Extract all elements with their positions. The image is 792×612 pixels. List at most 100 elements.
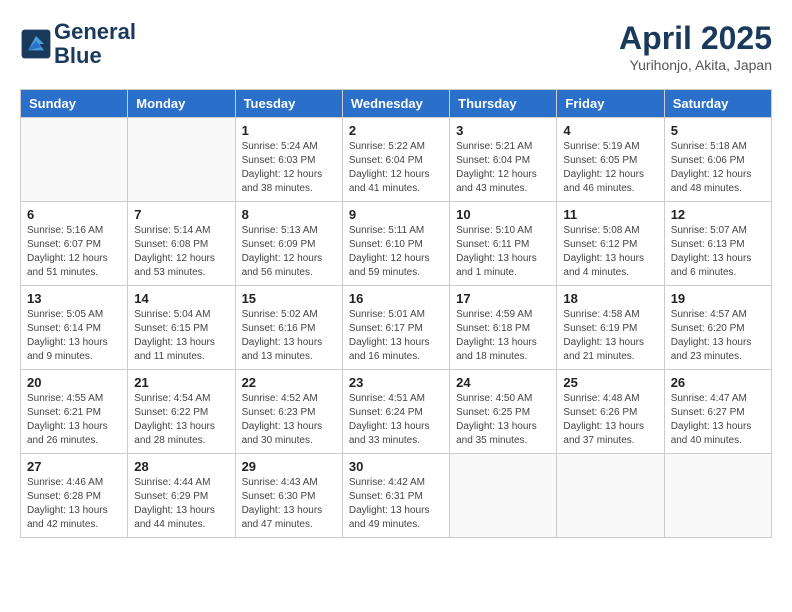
day-info: Sunrise: 4:43 AM Sunset: 6:30 PM Dayligh… [242, 476, 336, 532]
weekday-header: Friday [557, 90, 664, 118]
weekday-header: Tuesday [235, 90, 342, 118]
calendar-week-row: 27 Sunrise: 4:46 AM Sunset: 6:28 PM Dayli… [21, 454, 772, 538]
page-header: General Blue April 2025 Yurihonjo, Akita… [20, 20, 772, 73]
weekday-header: Saturday [664, 90, 771, 118]
calendar-cell [450, 454, 557, 538]
day-info: Sunrise: 4:44 AM Sunset: 6:29 PM Dayligh… [134, 476, 228, 532]
day-number: 12 [671, 207, 765, 222]
day-number: 13 [27, 291, 121, 306]
day-number: 22 [242, 375, 336, 390]
day-number: 24 [456, 375, 550, 390]
day-info: Sunrise: 5:21 AM Sunset: 6:04 PM Dayligh… [456, 140, 550, 196]
calendar-cell: 1Sunrise: 5:24 AM Sunset: 6:03 PM Daylig… [235, 118, 342, 202]
day-number: 7 [134, 207, 228, 222]
day-number: 8 [242, 207, 336, 222]
calendar-cell: 27 Sunrise: 4:46 AM Sunset: 6:28 PM Dayli… [21, 454, 128, 538]
day-info: Sunrise: 4:50 AM Sunset: 6:25 PM Dayligh… [456, 392, 550, 448]
calendar-cell: 10 Sunrise: 5:10 AM Sunset: 6:11 PM Dayli… [450, 202, 557, 286]
calendar-cell: 23 Sunrise: 4:51 AM Sunset: 6:24 PM Dayli… [342, 370, 449, 454]
day-info: Sunrise: 4:46 AM Sunset: 6:28 PM Dayligh… [27, 476, 121, 532]
weekday-header: Thursday [450, 90, 557, 118]
day-info: Sunrise: 5:04 AM Sunset: 6:15 PM Dayligh… [134, 308, 228, 364]
calendar-cell: 25Sunrise: 4:48 AM Sunset: 6:26 PM Dayli… [557, 370, 664, 454]
calendar-cell: 21 Sunrise: 4:54 AM Sunset: 6:22 PM Dayli… [128, 370, 235, 454]
calendar-week-row: 6Sunrise: 5:16 AM Sunset: 6:07 PM Daylig… [21, 202, 772, 286]
calendar-cell: 15 Sunrise: 5:02 AM Sunset: 6:16 PM Dayli… [235, 286, 342, 370]
calendar-cell [557, 454, 664, 538]
day-info: Sunrise: 5:18 AM Sunset: 6:06 PM Dayligh… [671, 140, 765, 196]
calendar-cell: 14 Sunrise: 5:04 AM Sunset: 6:15 PM Dayli… [128, 286, 235, 370]
calendar-cell: 7 Sunrise: 5:14 AM Sunset: 6:08 PM Daylig… [128, 202, 235, 286]
day-number: 28 [134, 459, 228, 474]
day-number: 23 [349, 375, 443, 390]
day-number: 1 [242, 123, 336, 138]
calendar-cell: 11 Sunrise: 5:08 AM Sunset: 6:12 PM Dayli… [557, 202, 664, 286]
day-number: 11 [563, 207, 657, 222]
day-number: 9 [349, 207, 443, 222]
logo-icon [20, 28, 52, 60]
calendar-cell [21, 118, 128, 202]
calendar-cell: 12Sunrise: 5:07 AM Sunset: 6:13 PM Dayli… [664, 202, 771, 286]
calendar-cell: 6Sunrise: 5:16 AM Sunset: 6:07 PM Daylig… [21, 202, 128, 286]
day-number: 10 [456, 207, 550, 222]
calendar-cell: 26 Sunrise: 4:47 AM Sunset: 6:27 PM Dayli… [664, 370, 771, 454]
day-info: Sunrise: 4:47 AM Sunset: 6:27 PM Dayligh… [671, 392, 765, 448]
calendar-cell: 2 Sunrise: 5:22 AM Sunset: 6:04 PM Daylig… [342, 118, 449, 202]
calendar-cell: 28 Sunrise: 4:44 AM Sunset: 6:29 PM Dayli… [128, 454, 235, 538]
day-number: 4 [563, 123, 657, 138]
day-info: Sunrise: 4:59 AM Sunset: 6:18 PM Dayligh… [456, 308, 550, 364]
day-info: Sunrise: 5:22 AM Sunset: 6:04 PM Dayligh… [349, 140, 443, 196]
day-number: 26 [671, 375, 765, 390]
day-number: 2 [349, 123, 443, 138]
calendar-cell: 3Sunrise: 5:21 AM Sunset: 6:04 PM Daylig… [450, 118, 557, 202]
day-info: Sunrise: 4:58 AM Sunset: 6:19 PM Dayligh… [563, 308, 657, 364]
calendar-week-row: 1Sunrise: 5:24 AM Sunset: 6:03 PM Daylig… [21, 118, 772, 202]
day-number: 29 [242, 459, 336, 474]
day-info: Sunrise: 4:55 AM Sunset: 6:21 PM Dayligh… [27, 392, 121, 448]
weekday-header: Sunday [21, 90, 128, 118]
calendar-cell: 4 Sunrise: 5:19 AM Sunset: 6:05 PM Daylig… [557, 118, 664, 202]
weekday-header: Wednesday [342, 90, 449, 118]
logo: General Blue [20, 20, 136, 68]
day-number: 17 [456, 291, 550, 306]
calendar-cell: 24 Sunrise: 4:50 AM Sunset: 6:25 PM Dayli… [450, 370, 557, 454]
calendar-cell [664, 454, 771, 538]
day-info: Sunrise: 5:01 AM Sunset: 6:17 PM Dayligh… [349, 308, 443, 364]
day-info: Sunrise: 4:52 AM Sunset: 6:23 PM Dayligh… [242, 392, 336, 448]
calendar-cell: 17 Sunrise: 4:59 AM Sunset: 6:18 PM Dayli… [450, 286, 557, 370]
calendar-week-row: 20 Sunrise: 4:55 AM Sunset: 6:21 PM Dayli… [21, 370, 772, 454]
day-info: Sunrise: 5:02 AM Sunset: 6:16 PM Dayligh… [242, 308, 336, 364]
day-number: 27 [27, 459, 121, 474]
day-info: Sunrise: 5:11 AM Sunset: 6:10 PM Dayligh… [349, 224, 443, 280]
calendar-cell: 16 Sunrise: 5:01 AM Sunset: 6:17 PM Dayli… [342, 286, 449, 370]
day-info: Sunrise: 5:14 AM Sunset: 6:08 PM Dayligh… [134, 224, 228, 280]
weekday-header: Monday [128, 90, 235, 118]
calendar-week-row: 13Sunrise: 5:05 AM Sunset: 6:14 PM Dayli… [21, 286, 772, 370]
calendar-cell: 30Sunrise: 4:42 AM Sunset: 6:31 PM Dayli… [342, 454, 449, 538]
day-info: Sunrise: 5:08 AM Sunset: 6:12 PM Dayligh… [563, 224, 657, 280]
day-info: Sunrise: 4:51 AM Sunset: 6:24 PM Dayligh… [349, 392, 443, 448]
day-number: 14 [134, 291, 228, 306]
day-info: Sunrise: 4:48 AM Sunset: 6:26 PM Dayligh… [563, 392, 657, 448]
calendar-cell: 19 Sunrise: 4:57 AM Sunset: 6:20 PM Dayli… [664, 286, 771, 370]
calendar-cell: 29 Sunrise: 4:43 AM Sunset: 6:30 PM Dayli… [235, 454, 342, 538]
calendar-cell: 20 Sunrise: 4:55 AM Sunset: 6:21 PM Dayli… [21, 370, 128, 454]
day-number: 5 [671, 123, 765, 138]
day-number: 30 [349, 459, 443, 474]
day-info: Sunrise: 4:57 AM Sunset: 6:20 PM Dayligh… [671, 308, 765, 364]
day-number: 15 [242, 291, 336, 306]
logo-text: General Blue [54, 20, 136, 68]
day-number: 21 [134, 375, 228, 390]
calendar-cell: 13Sunrise: 5:05 AM Sunset: 6:14 PM Dayli… [21, 286, 128, 370]
calendar-cell: 8 Sunrise: 5:13 AM Sunset: 6:09 PM Daylig… [235, 202, 342, 286]
day-number: 16 [349, 291, 443, 306]
day-number: 19 [671, 291, 765, 306]
day-info: Sunrise: 5:10 AM Sunset: 6:11 PM Dayligh… [456, 224, 550, 280]
day-info: Sunrise: 4:54 AM Sunset: 6:22 PM Dayligh… [134, 392, 228, 448]
calendar-table: SundayMondayTuesdayWednesdayThursdayFrid… [20, 89, 772, 538]
day-number: 18 [563, 291, 657, 306]
day-number: 20 [27, 375, 121, 390]
day-info: Sunrise: 5:19 AM Sunset: 6:05 PM Dayligh… [563, 140, 657, 196]
calendar-cell: 5 Sunrise: 5:18 AM Sunset: 6:06 PM Daylig… [664, 118, 771, 202]
day-info: Sunrise: 5:13 AM Sunset: 6:09 PM Dayligh… [242, 224, 336, 280]
